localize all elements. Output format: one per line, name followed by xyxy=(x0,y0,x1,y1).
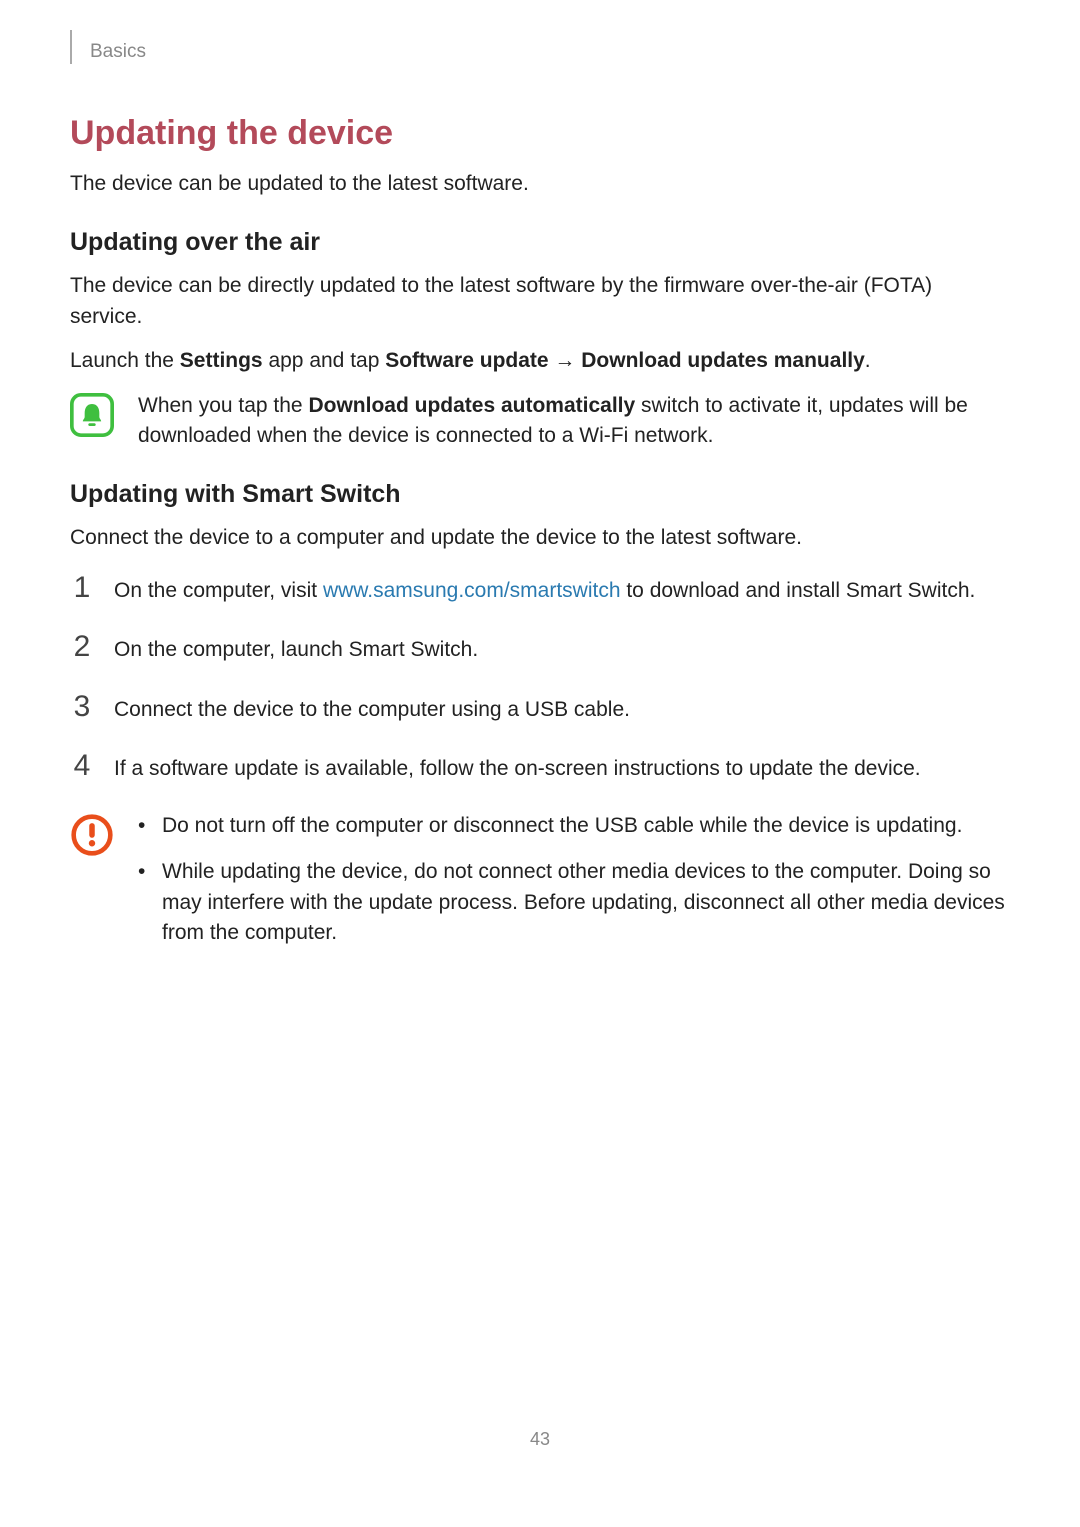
arrow-icon: → xyxy=(549,349,582,372)
bullet-dot: • xyxy=(138,857,148,948)
chapter-label: Basics xyxy=(90,41,146,62)
ota-p2-post: . xyxy=(865,349,871,372)
bullet-dot: • xyxy=(138,811,148,841)
step-3: 3 Connect the device to the computer usi… xyxy=(70,692,1010,725)
ota-heading: Updating over the air xyxy=(70,228,1010,257)
note-text: When you tap the Download updates automa… xyxy=(138,391,1010,452)
ota-p2-settings: Settings xyxy=(180,349,263,372)
ota-p2-pre: Launch the xyxy=(70,349,180,372)
step-body: On the computer, visit www.samsung.com/s… xyxy=(114,573,1010,606)
smartswitch-heading: Updating with Smart Switch xyxy=(70,480,1010,509)
step-number: 1 xyxy=(70,573,94,603)
ota-p2-software-update: Software update xyxy=(385,349,548,372)
note-bold: Download updates automatically xyxy=(308,394,635,417)
chapter-header: Basics xyxy=(70,30,1010,64)
step-1: 1 On the computer, visit www.samsung.com… xyxy=(70,573,1010,606)
step-body: On the computer, launch Smart Switch. xyxy=(114,632,1010,665)
ota-paragraph-2: Launch the Settings app and tap Software… xyxy=(70,346,1010,376)
steps-list: 1 On the computer, visit www.samsung.com… xyxy=(70,573,1010,785)
step-body: Connect the device to the computer using… xyxy=(114,692,1010,725)
ota-p2-mid: app and tap xyxy=(263,349,386,372)
smartswitch-intro: Connect the device to a computer and upd… xyxy=(70,523,1010,553)
step1-pre: On the computer, visit xyxy=(114,579,323,602)
page-number: 43 xyxy=(0,1429,1080,1450)
caution-item: • While updating the device, do not conn… xyxy=(138,857,1010,948)
note-pre: When you tap the xyxy=(138,394,308,417)
step-body: If a software update is available, follo… xyxy=(114,751,1010,784)
page-container: Basics Updating the device The device ca… xyxy=(0,0,1080,1490)
caution-text: Do not turn off the computer or disconne… xyxy=(162,811,1010,841)
intro-paragraph: The device can be updated to the latest … xyxy=(70,169,1010,198)
smartswitch-link[interactable]: www.samsung.com/smartswitch xyxy=(323,579,621,602)
caution-icon xyxy=(70,813,114,857)
caution-text: While updating the device, do not connec… xyxy=(162,857,1010,948)
step-number: 2 xyxy=(70,632,94,662)
step-number: 3 xyxy=(70,692,94,722)
caution-list: • Do not turn off the computer or discon… xyxy=(138,811,1010,965)
step-2: 2 On the computer, launch Smart Switch. xyxy=(70,632,1010,665)
step1-post: to download and install Smart Switch. xyxy=(621,579,976,602)
note-block: When you tap the Download updates automa… xyxy=(70,391,1010,452)
note-icon xyxy=(70,393,114,437)
page-title: Updating the device xyxy=(70,114,1010,153)
caution-item: • Do not turn off the computer or discon… xyxy=(138,811,1010,841)
ota-paragraph-1: The device can be directly updated to th… xyxy=(70,271,1010,332)
step-4: 4 If a software update is available, fol… xyxy=(70,751,1010,784)
ota-p2-download-manually: Download updates manually xyxy=(581,349,865,372)
caution-block: • Do not turn off the computer or discon… xyxy=(70,811,1010,965)
step-number: 4 xyxy=(70,751,94,781)
